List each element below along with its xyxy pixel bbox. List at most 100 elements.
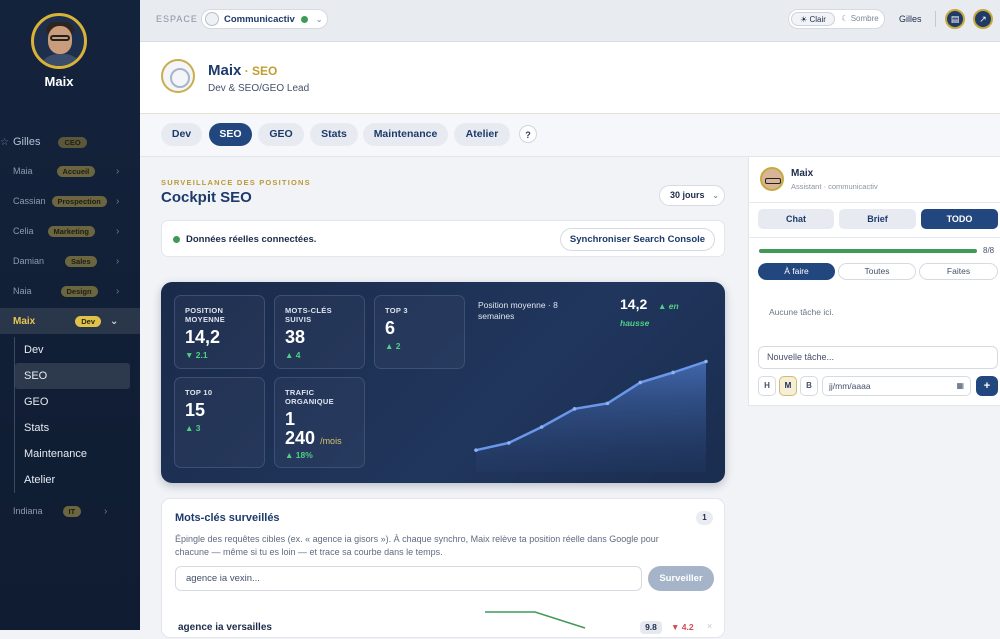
sync-search-console-button[interactable]: Synchroniser Search Console <box>560 228 715 251</box>
section-title: Cockpit SEO <box>161 189 252 206</box>
space-name: Communicactiv <box>224 13 295 25</box>
chart-point-6 <box>671 370 675 375</box>
due-date-input[interactable]: jj/mm/aaaa ▦ <box>822 376 971 396</box>
theme-light-button[interactable]: ☀ Clair <box>791 12 835 26</box>
kpi-trafic-organique: TRAFIC ORGANIQUE 1 240 /mois ▲ 18% <box>274 377 365 468</box>
kpi-position-moyenne: POSITION MOYENNE 14,2 ▼ 2.1 <box>174 295 265 369</box>
sidebar-item-cassian[interactable]: Cassian Prospection › <box>0 190 140 212</box>
tab-dev[interactable]: Dev <box>161 123 202 146</box>
priority-low-button[interactable]: B <box>800 376 818 396</box>
chevron-right-icon: › <box>116 195 120 207</box>
sidebar-sub-geo[interactable]: GEO <box>15 389 130 415</box>
tab-chat[interactable]: Chat <box>758 209 834 229</box>
sidebar-item-celia[interactable]: Celia Marketing › <box>0 220 140 242</box>
keyword-input[interactable]: agence ia vexin... <box>175 566 642 591</box>
book-icon[interactable]: ▤ <box>945 9 965 29</box>
chevron-right-icon: › <box>104 505 108 517</box>
online-status-dot <box>300 15 308 23</box>
sidebar: Maix ☆ Gilles CEO Maia Accueil › Cassian… <box>0 0 140 630</box>
role-badge: Design <box>60 285 98 297</box>
priority-medium-button[interactable]: M <box>779 376 797 396</box>
sidebar-sub-stats[interactable]: Stats <box>15 415 130 441</box>
chart-point-0 <box>474 448 478 452</box>
keywords-description: Épingle des requêtes cibles (ex. « agenc… <box>175 534 659 557</box>
status-dot <box>173 236 180 243</box>
keyword-name: agence ia versailles <box>178 622 272 633</box>
assistant-avatar <box>760 167 784 191</box>
todo-progress-text: 8/8 <box>983 246 995 255</box>
keywords-card: Mots-clés surveillés 1 Épingle des requê… <box>161 498 725 638</box>
chevron-down-icon: ⌄ <box>110 315 119 327</box>
period-select[interactable]: 30 jours ⌄ <box>659 185 725 206</box>
sidebar-sub-maintenance[interactable]: Maintenance <box>15 441 130 467</box>
sidebar-item-indiana[interactable]: Indiana IT › <box>0 500 140 522</box>
filter-faites[interactable]: Faites <box>919 263 998 280</box>
profile-name: Maix <box>44 74 74 89</box>
role-badge: IT <box>62 505 82 517</box>
chart-area <box>476 361 706 472</box>
page-title: Maix · SEO <box>208 62 278 79</box>
tab-geo[interactable]: GEO <box>258 123 304 146</box>
sidebar-item-damian[interactable]: Damian Sales › <box>0 250 140 272</box>
add-task-button[interactable]: + <box>976 376 998 396</box>
role-badge: Accueil <box>56 165 96 177</box>
tab-atelier[interactable]: Atelier <box>454 123 510 146</box>
status-text: Données réelles connectées. <box>186 234 317 245</box>
keyword-position: 9.8 <box>640 621 662 634</box>
sidebar-item-naia[interactable]: Naia Design › <box>0 280 140 302</box>
page-header: Maix · SEO Dev & SEO/GEO Lead <box>140 42 1000 114</box>
tab-brief[interactable]: Brief <box>839 209 916 229</box>
tab-seo[interactable]: SEO <box>209 123 252 146</box>
chart-point-5 <box>638 380 643 385</box>
assistant-name: Maix <box>791 168 814 179</box>
chart-point-7 <box>704 359 708 364</box>
chevron-right-icon: › <box>116 285 120 297</box>
assistant-panel: Maix Assistant · communicactiv Chat Brie… <box>748 157 1000 406</box>
chevron-right-icon: › <box>116 255 120 267</box>
sidebar-item-gilles[interactable]: ☆ Gilles CEO <box>0 131 140 153</box>
connection-status-card: Données réelles connectées. Synchroniser… <box>161 220 725 257</box>
main-content: SURVEILLANCE DES POSITIONS Cockpit SEO 3… <box>140 157 748 638</box>
new-task-input[interactable]: Nouvelle tâche... <box>758 346 998 369</box>
surveiller-button[interactable]: Surveiller <box>648 566 714 591</box>
tab-bar: Dev SEO GEO Stats Maintenance Atelier ? <box>140 114 1000 157</box>
tab-maintenance[interactable]: Maintenance <box>363 123 448 146</box>
sidebar-sub-seo[interactable]: SEO <box>15 363 130 389</box>
kpi-top-3: TOP 3 6 ▲ 2 <box>374 295 465 369</box>
divider <box>935 11 936 27</box>
role-badge: Sales <box>65 255 97 267</box>
sidebar-item-maix[interactable]: Maix Dev ⌄ <box>0 308 140 334</box>
empty-state-text: Aucune tâche ici. <box>769 307 834 317</box>
calendar-icon: ▦ <box>956 381 964 390</box>
chevron-right-icon: › <box>116 165 120 177</box>
chevron-down-icon: ⌄ <box>315 14 323 24</box>
page-subtitle: Dev & SEO/GEO Lead <box>208 83 310 94</box>
keyword-change: ▼ 4.2 <box>671 622 694 632</box>
theme-dark-button[interactable]: ☾ Sombre <box>837 12 883 26</box>
star-icon: ☆ <box>0 136 9 148</box>
sidebar-item-maia[interactable]: Maia Accueil › <box>0 160 140 182</box>
brand-logo-icon <box>161 59 195 93</box>
user-name[interactable]: Gilles <box>899 14 922 24</box>
priority-high-button[interactable]: H <box>758 376 776 396</box>
tab-stats[interactable]: Stats <box>310 123 358 146</box>
external-link-icon[interactable]: ↗ <box>973 9 993 29</box>
space-selector[interactable]: Communicactiv ⌄ <box>201 9 328 29</box>
sidebar-sub-dev[interactable]: Dev <box>15 337 130 363</box>
keywords-title: Mots-clés surveillés <box>175 512 280 524</box>
chart-point-1 <box>507 441 511 445</box>
chevron-down-icon: ⌄ <box>712 191 719 200</box>
role-badge: Prospection <box>51 195 107 207</box>
tab-todo[interactable]: TODO <box>921 209 998 229</box>
espace-label: ESPACE <box>156 14 198 24</box>
help-button[interactable]: ? <box>519 125 537 143</box>
filter-toutes[interactable]: Toutes <box>838 263 916 280</box>
keyword-row[interactable]: agence ia versailles 9.8 ▼ 4.2 × <box>175 609 715 639</box>
role-badge: CEO <box>58 136 87 148</box>
sidebar-sub-atelier[interactable]: Atelier <box>15 467 130 493</box>
kpi-mots-cles-suivis: MOTS-CLÉS SUIVIS 38 ▲ 4 <box>274 295 365 369</box>
todo-progress-bar <box>759 249 977 253</box>
chart-point-3 <box>572 407 577 411</box>
filter-a-faire[interactable]: À faire <box>758 263 835 280</box>
profile-avatar[interactable] <box>31 13 87 69</box>
